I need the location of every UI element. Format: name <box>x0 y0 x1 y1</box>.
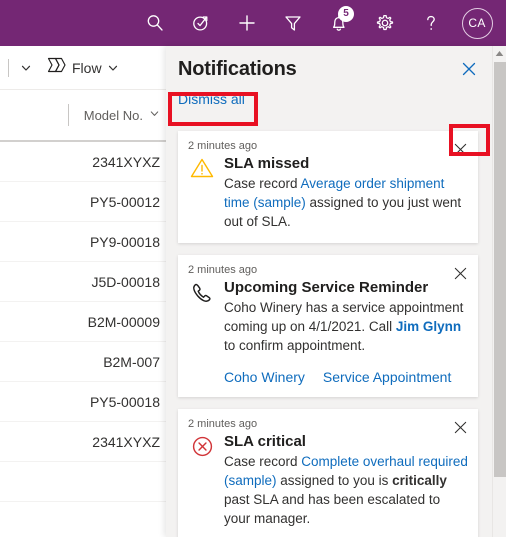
app-header-bar: 5 CA <box>0 0 506 46</box>
dismiss-all-button[interactable]: Dismiss all <box>178 91 245 107</box>
notification-badge-count: 5 <box>338 6 354 22</box>
notifications-panel-header: Notifications Dismiss all <box>166 46 506 109</box>
page-title: Notifications <box>178 58 297 80</box>
grid-column-chevron-down-icon[interactable] <box>149 106 160 124</box>
quick-create-icon[interactable] <box>224 0 270 46</box>
table-row[interactable]: J5D-00018 <box>0 262 166 302</box>
grid-cell-model-no: B2M-007 <box>103 353 160 370</box>
app-root: 5 CA Flow Model No. 2341XYXZ PY5-00012 P… <box>0 0 506 537</box>
grid-cell-model-no: PY5-00012 <box>89 193 160 210</box>
notification-timestamp: 2 minutes ago <box>188 264 258 276</box>
notification-title: SLA missed <box>224 155 310 172</box>
avatar[interactable]: CA <box>454 0 500 46</box>
command-bar-divider <box>8 58 9 77</box>
notification-text-emphasis: critically <box>392 473 447 488</box>
error-circle-x-icon <box>188 433 216 528</box>
notification-body: SLA critical Case record Complete overha… <box>188 433 468 528</box>
records-grid: Model No. 2341XYXZ PY5-00012 PY9-00018 J… <box>0 90 166 537</box>
notifications-panel: Notifications Dismiss all 2 minutes ago <box>166 46 506 537</box>
flow-button-label: Flow <box>72 59 102 76</box>
grid-cell-model-no: 2341XYXZ <box>92 153 160 170</box>
action-link-coho-winery[interactable]: Coho Winery <box>224 369 305 385</box>
command-bar: Flow <box>0 46 166 90</box>
notification-body: Upcoming Service Reminder Coho Winery ha… <box>188 279 468 385</box>
phone-icon <box>188 279 216 385</box>
close-icon[interactable] <box>448 261 472 285</box>
table-row[interactable]: PY5-00012 <box>0 182 166 222</box>
flow-chevron-down-icon[interactable] <box>102 54 124 82</box>
help-icon[interactable] <box>408 0 454 46</box>
grid-cell-model-no: PY5-00018 <box>89 393 160 410</box>
notification-text: Case record Average order shipment time … <box>224 174 468 231</box>
grid-cell-model-no: 2341XYXZ <box>92 433 160 450</box>
list-item[interactable]: 2 minutes ago Upcoming Service Reminder <box>178 255 478 397</box>
grid-cell-model-no: PY9-00018 <box>89 233 160 250</box>
notification-text: Coho Winery has a service appointment co… <box>224 298 468 355</box>
avatar-initials: CA <box>461 7 493 39</box>
settings-gear-icon[interactable] <box>362 0 408 46</box>
notification-text-tail: to confirm appointment. <box>224 338 366 353</box>
notifications-list[interactable]: 2 minutes ago SLA missed Case record Ave… <box>166 126 492 537</box>
notifications-bell-icon[interactable]: 5 <box>316 0 362 46</box>
table-row[interactable]: 2341XYXZ <box>0 422 166 462</box>
notification-text-lead: Case record <box>224 176 301 191</box>
search-icon[interactable] <box>132 0 178 46</box>
notification-timestamp: 2 minutes ago <box>188 418 258 430</box>
notification-text: Case record Complete overhaul required (… <box>224 452 468 528</box>
notification-title: Upcoming Service Reminder <box>224 279 429 296</box>
table-row[interactable] <box>0 462 166 502</box>
notification-text-lead: Case record <box>224 454 302 469</box>
table-row[interactable]: PY5-00018 <box>0 382 166 422</box>
table-row[interactable]: B2M-007 <box>0 342 166 382</box>
list-item[interactable]: 2 minutes ago <box>178 409 478 537</box>
close-icon[interactable] <box>448 415 472 439</box>
notification-actions: Coho Winery Service Appointment <box>224 369 468 385</box>
warning-triangle-icon <box>188 155 216 231</box>
flow-logo-icon <box>47 57 66 78</box>
scroll-up-arrow-icon[interactable] <box>493 46 506 60</box>
notification-contact-link[interactable]: Jim Glynn <box>396 319 461 334</box>
grid-column-header-model-no[interactable]: Model No. <box>84 108 143 123</box>
notification-body: SLA missed Case record Average order shi… <box>188 155 468 231</box>
flow-button[interactable]: Flow <box>47 57 102 78</box>
notification-timestamp: 2 minutes ago <box>188 140 258 152</box>
list-item[interactable]: 2 minutes ago <box>178 131 478 243</box>
table-row[interactable]: PY9-00018 <box>0 222 166 262</box>
table-row[interactable]: 2341XYXZ <box>0 142 166 182</box>
grid-cell-model-no: J5D-00018 <box>91 273 161 290</box>
grid-cell-model-no: B2M-00009 <box>87 313 160 330</box>
grid-column-separator <box>68 104 69 126</box>
panel-scrollbar[interactable] <box>492 46 506 537</box>
close-icon[interactable] <box>448 137 472 161</box>
table-row[interactable]: B2M-00009 <box>0 302 166 342</box>
notification-text-mid: assigned to you is <box>276 473 393 488</box>
overflow-chevron-down-icon[interactable] <box>15 54 37 82</box>
scrollbar-thumb[interactable] <box>494 62 506 477</box>
filter-icon[interactable] <box>270 0 316 46</box>
close-icon[interactable] <box>456 56 482 82</box>
notification-title: SLA critical <box>224 433 306 450</box>
notification-text-tail: past SLA and has been escalated to your … <box>224 492 441 526</box>
assistant-icon[interactable] <box>178 0 224 46</box>
action-link-service-appointment[interactable]: Service Appointment <box>323 369 451 385</box>
grid-header-row: Model No. <box>0 90 166 142</box>
